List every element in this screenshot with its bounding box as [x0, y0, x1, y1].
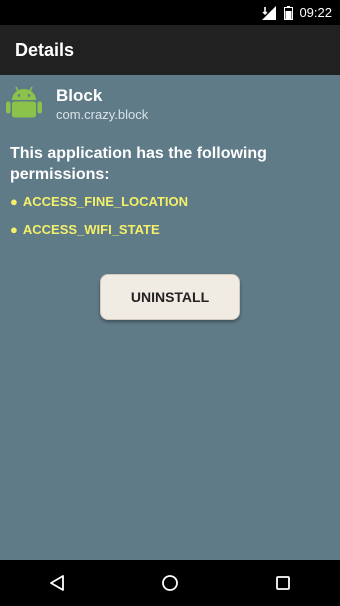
home-icon[interactable]	[147, 560, 193, 606]
permission-item: ● ACCESS_WIFI_STATE	[10, 221, 188, 249]
uninstall-button[interactable]: UNINSTALL	[100, 274, 240, 320]
status-time: 09:22	[299, 5, 332, 20]
bullet-icon: ●	[10, 194, 18, 209]
battery-icon	[284, 5, 294, 20]
recents-icon[interactable]	[260, 560, 306, 606]
app-package: com.crazy.block	[56, 107, 149, 122]
app-header: Block com.crazy.block	[6, 85, 148, 123]
action-bar-title: Details	[15, 39, 75, 60]
signal-icon	[262, 5, 278, 20]
permissions-heading: This application has the following permi…	[10, 145, 267, 183]
details-content: Block com.crazy.block This application h…	[0, 75, 340, 560]
app-name: Block	[56, 86, 103, 105]
permission-label: ACCESS_WIFI_STATE	[22, 222, 160, 237]
app-info: Block com.crazy.block	[56, 85, 148, 123]
permission-item: ● ACCESS_FINE_LOCATION	[10, 193, 188, 221]
action-bar: Details	[0, 25, 340, 75]
permission-label: ACCESS_FINE_LOCATION	[22, 194, 189, 209]
status-bar: 09:22	[0, 0, 340, 25]
navigation-bar	[0, 560, 340, 606]
permissions-list: ● ACCESS_FINE_LOCATION ● ACCESS_WIFI_STA…	[10, 193, 188, 249]
back-icon[interactable]	[34, 560, 80, 606]
android-robot-icon	[6, 85, 42, 121]
bullet-icon: ●	[10, 222, 18, 237]
